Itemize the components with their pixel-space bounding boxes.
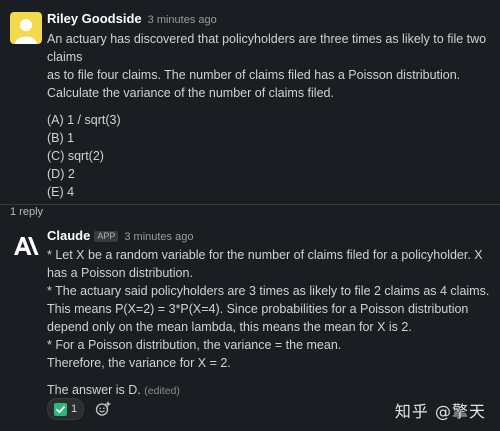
answer-header: Claude APP 3 minutes ago bbox=[47, 228, 492, 245]
answer-line: depend only on the mean lambda, this mea… bbox=[47, 320, 412, 334]
author-name[interactable]: Claude bbox=[47, 228, 90, 243]
reaction-count: 1 bbox=[71, 403, 78, 415]
check-reaction[interactable]: 1 bbox=[47, 398, 85, 420]
app-badge: APP bbox=[94, 231, 119, 242]
question-header: Riley Goodside 3 minutes ago bbox=[47, 11, 492, 28]
answer-option: (C) sqrt(2) bbox=[47, 149, 104, 163]
answer-line: * For a Poisson distribution, the varian… bbox=[47, 338, 342, 352]
answer-option: (A) 1 / sqrt(3) bbox=[47, 113, 121, 127]
author-name[interactable]: Riley Goodside bbox=[47, 11, 142, 26]
answer-line: * Let X be a random variable for the num… bbox=[47, 248, 483, 262]
add-emoji-icon bbox=[95, 401, 111, 416]
question-line: claims bbox=[47, 50, 83, 64]
add-reaction-button[interactable] bbox=[90, 399, 116, 419]
zhihu-watermark: 知乎 @擎天 bbox=[394, 402, 486, 421]
edited-label: (edited) bbox=[144, 385, 180, 397]
answer-option: (E) 4 bbox=[47, 185, 75, 199]
replies-count[interactable]: 1 reply bbox=[10, 206, 43, 218]
answer-line: This means P(X=2) = 3*P(X=4). Since prob… bbox=[47, 302, 469, 316]
conclusion-text: The answer is D. bbox=[47, 383, 141, 397]
thread-divider bbox=[0, 204, 500, 205]
answer-line: * The actuary said policyholders are 3 t… bbox=[47, 284, 490, 298]
anthropic-logo-icon bbox=[10, 230, 42, 262]
question-line: Calculate the variance of the number of … bbox=[47, 86, 334, 100]
question-line: as to file four claims. The number of cl… bbox=[47, 68, 461, 82]
answer-option: (D) 2 bbox=[47, 167, 75, 181]
answer-line: Therefore, the variance for X = 2. bbox=[47, 356, 231, 370]
question-line: An actuary has discovered that policyhol… bbox=[47, 32, 487, 46]
user-avatar-icon bbox=[10, 12, 42, 44]
reactions-bar: 1 bbox=[47, 398, 116, 420]
timestamp[interactable]: 3 minutes ago bbox=[124, 231, 193, 243]
claude-avatar[interactable] bbox=[10, 230, 42, 262]
timestamp[interactable]: 3 minutes ago bbox=[148, 14, 217, 26]
answer-line: has a Poisson distribution. bbox=[47, 266, 193, 280]
checkmark-icon bbox=[54, 402, 67, 416]
answer-option: (B) 1 bbox=[47, 131, 75, 145]
riley-avatar[interactable] bbox=[10, 12, 42, 44]
